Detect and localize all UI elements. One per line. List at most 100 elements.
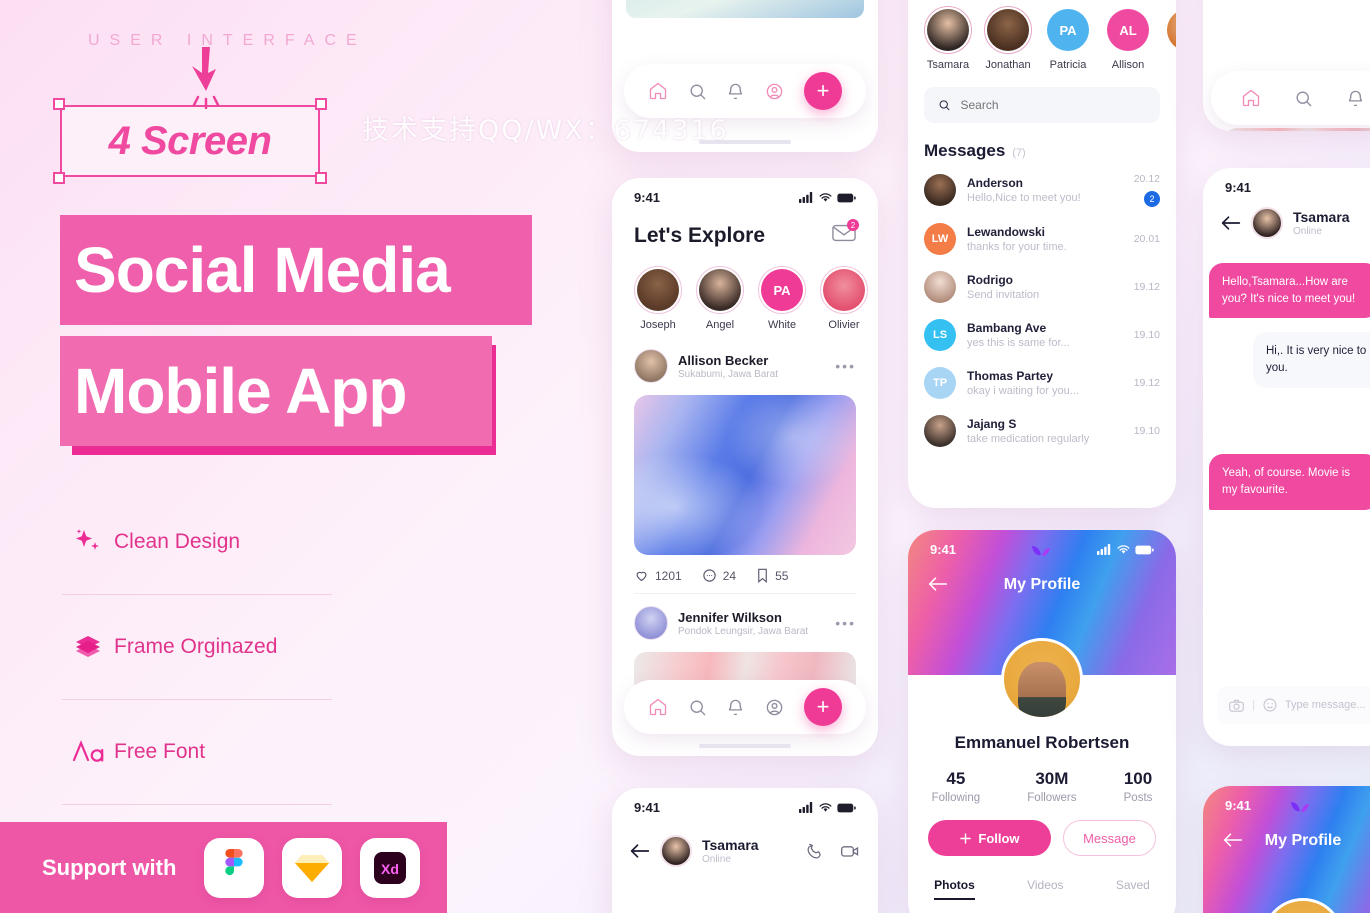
search-icon[interactable] [1294, 89, 1313, 108]
post-stats: 1201 24 55 [612, 555, 878, 593]
home-icon[interactable] [1241, 88, 1261, 108]
home-icon[interactable] [648, 697, 668, 717]
story-item[interactable]: Tsamara [924, 6, 972, 71]
user-icon[interactable] [765, 82, 784, 101]
inbox-badge: 2 [847, 219, 859, 231]
chat-bubble-incoming: Hi,. It is very nice to meet you. [1253, 332, 1370, 388]
list-item[interactable]: LW Lewandowski thanks for your time. 20.… [908, 215, 1176, 263]
list-item[interactable]: LS Bambang Ave yes this is same for... 1… [908, 311, 1176, 359]
story-ring [1164, 6, 1176, 54]
story-item[interactable]: PA Patricia [1044, 6, 1092, 71]
story-ring: AL [1104, 6, 1152, 54]
message-sender: Rodrigo [967, 273, 1013, 287]
chat-header: Tsamara Online [612, 819, 878, 877]
resize-handle-top-right[interactable] [315, 98, 327, 110]
post-more-options-icon[interactable]: ••• [835, 615, 856, 631]
search-icon[interactable] [688, 82, 707, 101]
photo-grid [612, 0, 878, 52]
avatar[interactable] [634, 606, 668, 640]
input-divider: | [1252, 699, 1255, 711]
home-icon[interactable] [648, 81, 668, 101]
inbox-button[interactable]: 2 [832, 219, 859, 248]
chat-header: Tsamara Online [1203, 199, 1370, 249]
save-stat[interactable]: 55 [756, 568, 788, 583]
create-post-fab[interactable]: + [804, 72, 843, 110]
post-more-options-icon[interactable]: ••• [835, 358, 856, 374]
like-stat[interactable]: 1201 [634, 568, 682, 583]
video-icon[interactable] [840, 842, 860, 861]
follow-button[interactable]: Follow [928, 820, 1051, 856]
plus-icon [960, 832, 972, 844]
resize-handle-top-left[interactable] [53, 98, 65, 110]
search-bar[interactable] [924, 87, 1160, 123]
avatar[interactable] [1001, 638, 1083, 720]
feature-item-clean-design: Clean Design [62, 490, 332, 595]
message-sender: Bambang Ave [967, 321, 1047, 335]
list-item[interactable]: Anderson Hello,Nice to meet you! 20.12 2 [908, 165, 1176, 215]
battery-icon [1135, 545, 1154, 554]
post-image[interactable] [634, 395, 856, 555]
story-item[interactable]: PA White [758, 266, 806, 331]
avatar [924, 174, 956, 206]
search-input[interactable] [960, 98, 1146, 112]
stat-following[interactable]: 45 Following [932, 769, 981, 804]
message-time: 19.12 [1133, 281, 1160, 293]
tab-saved[interactable]: Saved [1116, 878, 1150, 900]
user-icon[interactable] [765, 698, 784, 717]
post-location: Sukabumi, Jawa Barat [678, 368, 779, 380]
message-time: 20.01 [1133, 233, 1160, 245]
message-button[interactable]: Message [1062, 820, 1156, 856]
story-item[interactable]: Olivier [820, 266, 868, 331]
call-icon[interactable] [805, 842, 824, 861]
back-arrow-icon[interactable] [630, 843, 650, 859]
stat-posts[interactable]: 100 Posts [1124, 769, 1153, 804]
stat-followers[interactable]: 30M Followers [1027, 769, 1076, 804]
tab-photos[interactable]: Photos [934, 878, 975, 900]
bell-icon[interactable] [726, 82, 745, 101]
bell-icon[interactable] [726, 698, 745, 717]
chat-input-bar[interactable]: | Type message... [1217, 686, 1370, 724]
battery-icon [837, 193, 856, 202]
avatar [699, 269, 741, 311]
avatar-initials: AL [1107, 9, 1149, 51]
adobe-xd-icon[interactable]: Xd [360, 837, 421, 898]
list-item[interactable]: Rodrigo Send invitation 19.12 [908, 263, 1176, 311]
status-bar: 9:41 [1203, 786, 1370, 817]
avatar[interactable] [634, 349, 668, 383]
post-image[interactable] [1225, 128, 1370, 131]
story-item[interactable]: Tay [1164, 6, 1176, 71]
sketch-icon[interactable] [282, 837, 343, 898]
tab-videos[interactable]: Videos [1027, 878, 1063, 900]
stat-value: 100 [1123, 769, 1153, 788]
resize-handle-bottom-right[interactable] [315, 172, 327, 184]
avatar[interactable] [1251, 207, 1283, 239]
story-item[interactable]: Jonathan [984, 6, 1032, 71]
status-bar: 9:41 [1203, 168, 1370, 199]
chat-bubble-outgoing: Hello,Tsamara...How are you? It's nice t… [1209, 263, 1370, 319]
chat-input-placeholder: Type message... [1284, 699, 1366, 711]
bottom-tab-bar [1211, 71, 1370, 125]
follow-label: Follow [978, 830, 1020, 846]
figma-icon[interactable] [204, 837, 265, 898]
comment-stat[interactable]: 24 [702, 568, 736, 583]
status-time: 9:41 [1225, 798, 1252, 813]
avatar[interactable] [660, 835, 692, 867]
story-item[interactable]: Angel [696, 266, 744, 331]
message-sender: Jajang S [967, 417, 1017, 431]
story-item[interactable]: AL Allison [1104, 6, 1152, 71]
phone-screen-chat: 9:41 Tsamara Online Hello,Tsamara...How … [1203, 168, 1370, 746]
back-arrow-icon[interactable] [1221, 215, 1241, 231]
list-item[interactable]: Jajang S take medication regularly 19.10 [908, 407, 1176, 455]
phone-screen-profile-bottom: 9:41 My Profile [1203, 786, 1370, 913]
search-icon[interactable] [688, 698, 707, 717]
message-sender: Anderson [967, 176, 1024, 190]
story-name: White [767, 319, 797, 331]
grid-photo[interactable] [626, 0, 864, 18]
create-post-fab[interactable]: + [804, 688, 843, 726]
bell-icon[interactable] [1346, 89, 1365, 108]
chat-contact-name: Tsamara [1293, 209, 1350, 225]
story-name: Tsamara [926, 59, 970, 71]
story-item[interactable]: Joseph [634, 266, 682, 331]
resize-handle-bottom-left[interactable] [53, 172, 65, 184]
list-item[interactable]: TP Thomas Partey okay i waiting for you.… [908, 359, 1176, 407]
